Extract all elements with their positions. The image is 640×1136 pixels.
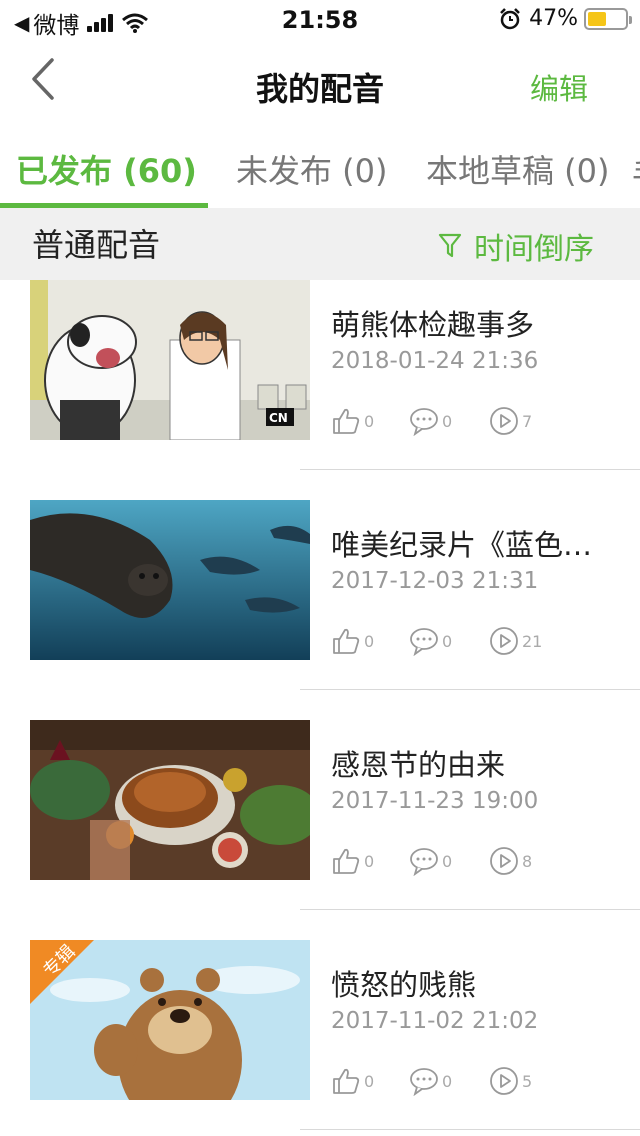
item-title[interactable]: 唯美纪录片《蓝色星球》 bbox=[331, 522, 621, 564]
sort-button[interactable]: 时间倒序 bbox=[438, 224, 594, 268]
item-stats: 0 0 21 bbox=[331, 626, 631, 662]
play-icon bbox=[490, 847, 518, 875]
status-bar: ◀ 微博 21:58 47% bbox=[0, 0, 640, 40]
dubbing-list: CN 萌熊体检趣事多 2018-01-24 21:36 0 0 7 唯美纪录片《… bbox=[0, 280, 640, 1136]
item-title[interactable]: 感恩节的由来 bbox=[331, 742, 621, 784]
divider bbox=[300, 469, 640, 470]
video-thumbnail[interactable]: CN bbox=[30, 280, 310, 440]
play-stat[interactable]: 8 bbox=[489, 846, 532, 876]
play-icon bbox=[490, 627, 518, 655]
tab-overflow-edge[interactable]: 手 bbox=[632, 150, 640, 186]
play-count: 7 bbox=[522, 411, 533, 431]
divider bbox=[300, 1129, 640, 1130]
comment-icon bbox=[410, 408, 438, 436]
list-item[interactable]: 感恩节的由来 2017-11-23 19:00 0 0 8 bbox=[0, 720, 640, 940]
comment-count: 0 bbox=[442, 631, 453, 651]
like-count: 0 bbox=[364, 411, 375, 431]
comment-stat[interactable]: 0 bbox=[409, 626, 452, 656]
thumbs-up-icon bbox=[333, 1068, 360, 1094]
video-thumbnail[interactable]: 专辑 bbox=[30, 940, 310, 1100]
tab-published[interactable]: 已发布 (60) bbox=[16, 146, 197, 192]
thumbs-up-icon bbox=[333, 628, 360, 654]
item-stats: 0 0 8 bbox=[331, 846, 631, 882]
edit-button[interactable]: 编辑 bbox=[530, 66, 588, 108]
sort-label: 时间倒序 bbox=[474, 232, 594, 267]
comment-icon bbox=[410, 848, 438, 876]
item-title[interactable]: 萌熊体检趣事多 bbox=[331, 302, 621, 344]
item-title[interactable]: 愤怒的贱熊 bbox=[331, 962, 621, 1004]
item-date: 2017-12-03 21:31 bbox=[331, 568, 539, 594]
like-stat[interactable]: 0 bbox=[331, 846, 374, 876]
play-count: 5 bbox=[522, 1071, 533, 1091]
comment-stat[interactable]: 0 bbox=[409, 1066, 452, 1096]
like-count: 0 bbox=[364, 631, 375, 651]
item-stats: 0 0 7 bbox=[331, 406, 631, 442]
album-tag: 专辑 bbox=[30, 940, 94, 1004]
filter-funnel-icon bbox=[438, 233, 462, 258]
thumbs-up-icon bbox=[333, 408, 360, 434]
battery-icon bbox=[584, 7, 632, 30]
item-date: 2018-01-24 21:36 bbox=[331, 348, 539, 374]
divider bbox=[300, 689, 640, 690]
play-stat[interactable]: 7 bbox=[489, 406, 532, 436]
battery-percent: 47% bbox=[529, 6, 578, 31]
comment-icon bbox=[410, 628, 438, 656]
comment-stat[interactable]: 0 bbox=[409, 846, 452, 876]
tab-unpublished[interactable]: 未发布 (0) bbox=[236, 146, 388, 192]
filter-bar: 普通配音 时间倒序 bbox=[0, 208, 640, 280]
thumbs-up-icon bbox=[333, 848, 360, 874]
play-stat[interactable]: 5 bbox=[489, 1066, 532, 1096]
comment-count: 0 bbox=[442, 1071, 453, 1091]
tab-bar: 已发布 (60) 未发布 (0) 本地草稿 (0) 手 bbox=[0, 128, 640, 208]
like-stat[interactable]: 0 bbox=[331, 1066, 374, 1096]
video-thumbnail[interactable] bbox=[30, 500, 310, 660]
status-right: 47% bbox=[499, 6, 632, 31]
play-stat[interactable]: 21 bbox=[489, 626, 542, 656]
category-title: 普通配音 bbox=[32, 226, 161, 264]
like-count: 0 bbox=[364, 851, 375, 871]
comment-stat[interactable]: 0 bbox=[409, 406, 452, 436]
divider bbox=[300, 909, 640, 910]
play-count: 21 bbox=[522, 631, 543, 651]
like-stat[interactable]: 0 bbox=[331, 626, 374, 656]
list-item[interactable]: 专辑 愤怒的贱熊 2017-11-02 21:02 0 0 5 bbox=[0, 940, 640, 1136]
list-item[interactable]: CN 萌熊体检趣事多 2018-01-24 21:36 0 0 7 bbox=[0, 280, 640, 500]
svg-text:CN: CN bbox=[269, 411, 288, 425]
play-count: 8 bbox=[522, 851, 533, 871]
nav-bar: 我的配音 编辑 bbox=[0, 40, 640, 128]
play-icon bbox=[490, 1067, 518, 1095]
like-count: 0 bbox=[364, 1071, 375, 1091]
tab-local-drafts[interactable]: 本地草稿 (0) bbox=[426, 146, 610, 192]
play-icon bbox=[490, 407, 518, 435]
like-stat[interactable]: 0 bbox=[331, 406, 374, 436]
item-date: 2017-11-23 19:00 bbox=[331, 788, 539, 814]
item-date: 2017-11-02 21:02 bbox=[331, 1008, 539, 1034]
item-stats: 0 0 5 bbox=[331, 1066, 631, 1102]
comment-icon bbox=[410, 1068, 438, 1096]
comment-count: 0 bbox=[442, 851, 453, 871]
comment-count: 0 bbox=[442, 411, 453, 431]
list-item[interactable]: 唯美纪录片《蓝色星球》 2017-12-03 21:31 0 0 21 bbox=[0, 500, 640, 720]
video-thumbnail[interactable] bbox=[30, 720, 310, 880]
alarm-icon bbox=[500, 7, 520, 29]
